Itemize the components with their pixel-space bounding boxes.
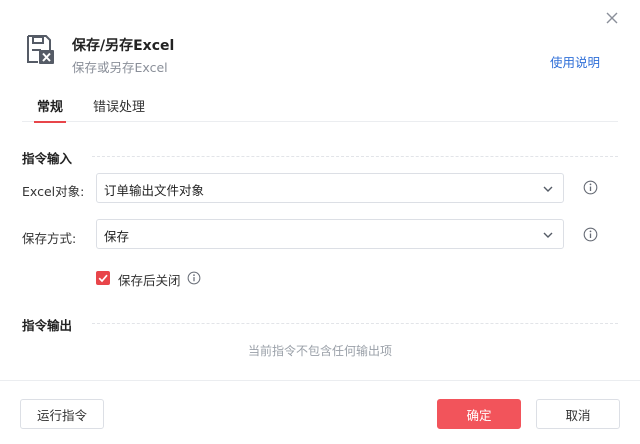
tab-error-handling[interactable]: 错误处理 <box>93 96 145 122</box>
section-divider <box>92 156 618 157</box>
chevron-down-icon <box>543 186 553 192</box>
output-section-title: 指令输出 <box>22 315 81 334</box>
save-mode-select[interactable]: 保存 <box>96 219 564 249</box>
info-icon[interactable] <box>583 227 598 242</box>
info-icon[interactable] <box>583 180 598 195</box>
tab-general[interactable]: 常规 <box>33 96 67 123</box>
dialog-footer: 运行指令 确定 取消 <box>0 380 640 444</box>
output-section-header: 指令输出 <box>22 315 618 334</box>
chevron-down-icon <box>543 232 553 238</box>
save-mode-value: 保存 <box>104 229 130 244</box>
save-mode-label: 保存方式: <box>22 231 77 246</box>
check-icon <box>98 274 108 283</box>
ok-button[interactable]: 确定 <box>437 399 521 429</box>
close-icon <box>606 12 618 24</box>
excel-save-icon <box>27 35 54 64</box>
close-button[interactable] <box>604 10 620 26</box>
dialog-subtitle: 保存或另存Excel <box>72 60 168 75</box>
dialog-header: 保存/另存Excel 保存或另存Excel 使用说明 <box>22 32 600 76</box>
excel-object-select[interactable]: 订单输出文件对象 <box>96 173 564 203</box>
close-after-save-label[interactable]: 保存后关闭 <box>118 270 181 289</box>
cancel-button[interactable]: 取消 <box>536 399 620 429</box>
input-section-header: 指令输入 <box>22 148 618 167</box>
input-section-title: 指令输入 <box>22 148 81 167</box>
run-command-button[interactable]: 运行指令 <box>20 399 104 429</box>
excel-object-label: Excel对象: <box>22 184 85 199</box>
help-link[interactable]: 使用说明 <box>550 52 600 71</box>
excel-object-value: 订单输出文件对象 <box>104 183 205 198</box>
info-icon[interactable] <box>187 271 201 285</box>
dialog-title: 保存/另存Excel <box>72 38 175 54</box>
section-divider <box>92 323 618 324</box>
close-after-save-checkbox[interactable] <box>96 271 110 285</box>
empty-output-message: 当前指令不包含任何输出项 <box>247 344 392 358</box>
tab-bar: 常规 错误处理 <box>22 92 618 123</box>
